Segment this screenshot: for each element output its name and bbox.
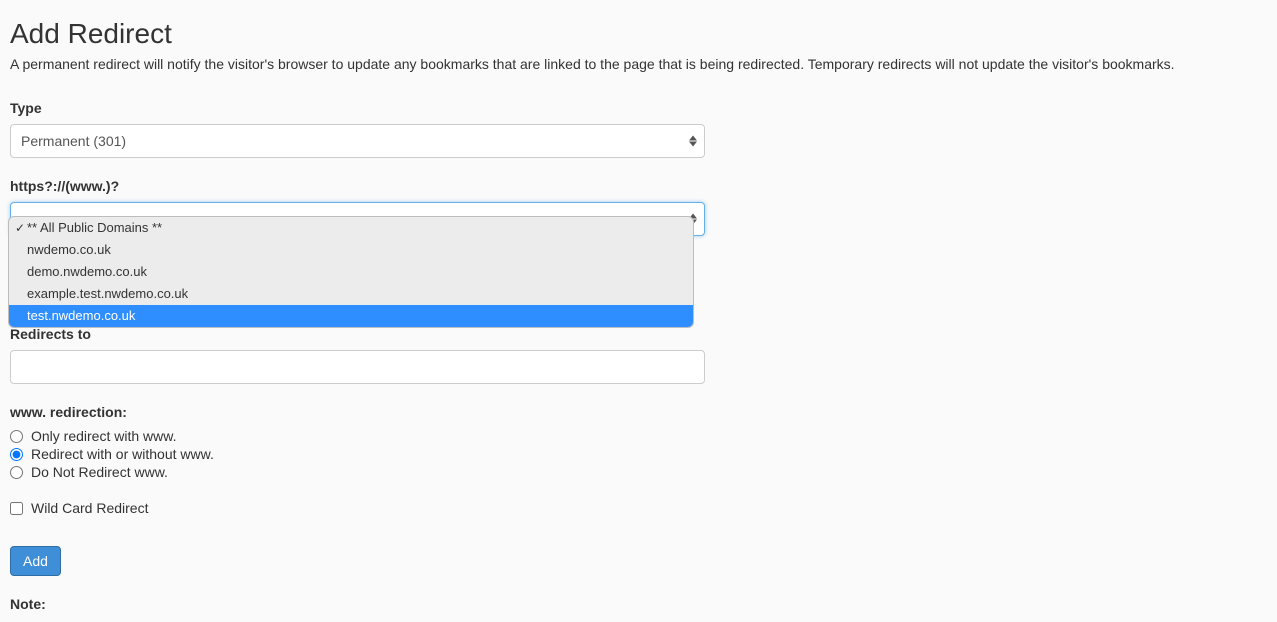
note-heading: Note: [10, 596, 1267, 612]
www-radio-label[interactable]: Do Not Redirect www. [31, 464, 168, 480]
domain-option[interactable]: demo.nwdemo.co.uk [9, 261, 693, 283]
wildcard-label[interactable]: Wild Card Redirect [31, 500, 148, 516]
wildcard-checkbox[interactable] [10, 502, 23, 515]
domain-option[interactable]: ✓** All Public Domains ** [9, 217, 693, 239]
redirects-to-label: Redirects to [10, 326, 1267, 342]
www-radio[interactable] [10, 430, 23, 443]
domain-dropdown[interactable]: ✓** All Public Domains ** nwdemo.co.uk dem… [8, 216, 694, 328]
page-title: Add Redirect [10, 18, 1267, 50]
redirects-to-input[interactable] [10, 350, 705, 384]
domain-label: https?://(www.)? [10, 178, 1267, 194]
domain-option[interactable]: example.test.nwdemo.co.uk [9, 283, 693, 305]
domain-option[interactable]: test.nwdemo.co.uk [9, 305, 693, 327]
domain-option-label: ** All Public Domains ** [27, 219, 162, 237]
type-label: Type [10, 100, 1267, 116]
add-button[interactable]: Add [10, 546, 61, 576]
domain-option-label: test.nwdemo.co.uk [27, 307, 135, 325]
type-select[interactable]: Permanent (301) [10, 124, 705, 158]
domain-option-label: demo.nwdemo.co.uk [27, 263, 147, 281]
www-radio-label[interactable]: Redirect with or without www. [31, 446, 214, 462]
domain-option-label: example.test.nwdemo.co.uk [27, 285, 188, 303]
www-radio[interactable] [10, 448, 23, 461]
page-description: A permanent redirect will notify the vis… [10, 56, 1267, 72]
type-select-value: Permanent (301) [21, 133, 126, 149]
www-radio-label[interactable]: Only redirect with www. [31, 428, 176, 444]
domain-option[interactable]: nwdemo.co.uk [9, 239, 693, 261]
www-radio[interactable] [10, 466, 23, 479]
www-redirection-label: www. redirection: [10, 404, 1267, 420]
domain-option-label: nwdemo.co.uk [27, 241, 111, 259]
check-icon: ✓ [13, 219, 27, 237]
